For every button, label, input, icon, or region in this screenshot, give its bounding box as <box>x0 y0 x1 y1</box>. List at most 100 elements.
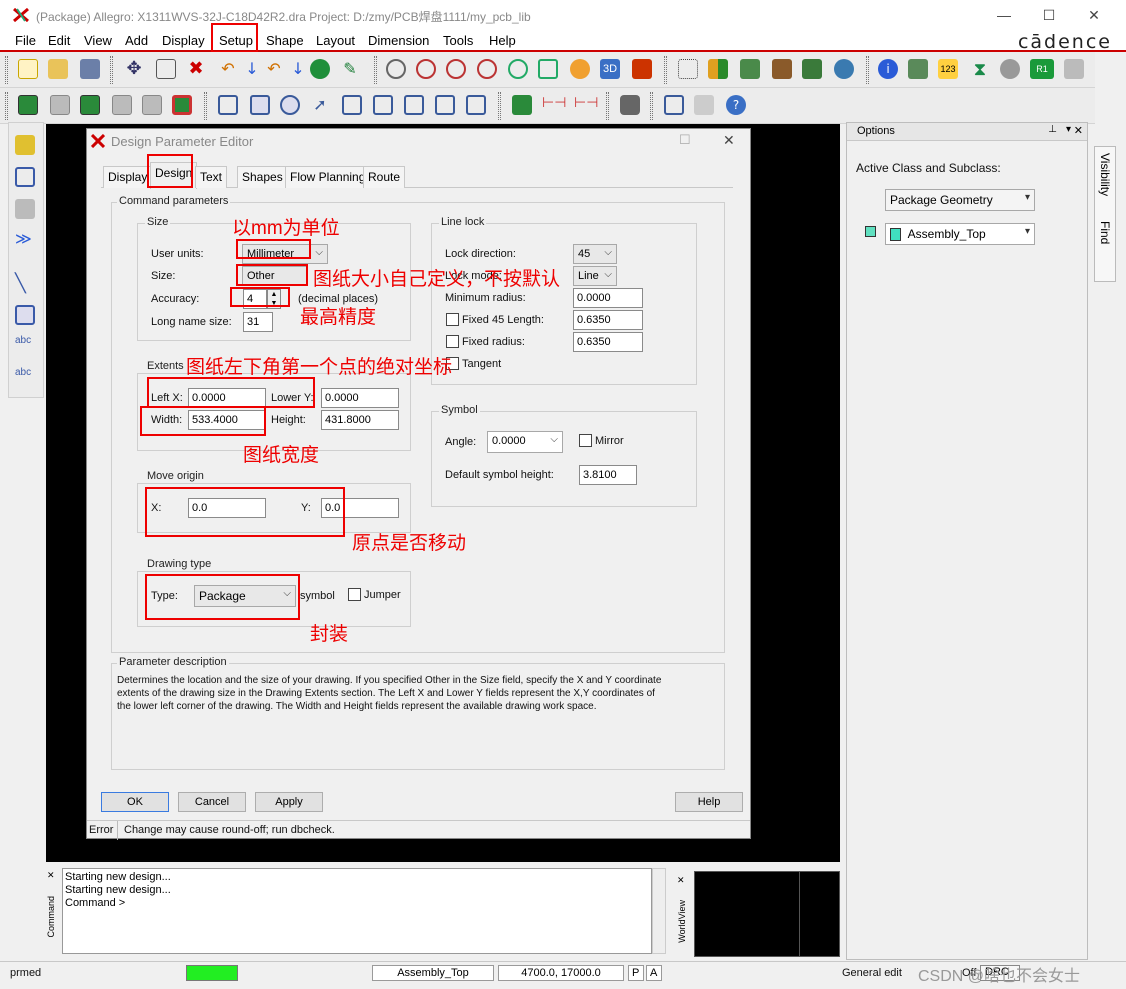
zoom-out-icon[interactable] <box>477 59 497 79</box>
undo-icon[interactable]: ↶ <box>218 59 238 79</box>
cancel-button[interactable]: Cancel <box>178 792 246 812</box>
shape-merge-icon[interactable] <box>142 95 162 115</box>
add-connect-icon-left[interactable] <box>15 167 35 187</box>
zoom-window-icon[interactable] <box>416 59 436 79</box>
poly2-icon[interactable] <box>373 95 393 115</box>
ref-icon[interactable]: R1 <box>1030 59 1054 79</box>
menu-tools[interactable]: Tools <box>443 33 473 48</box>
fixed-radius-checkbox[interactable] <box>446 335 459 348</box>
color-icon[interactable] <box>708 59 728 79</box>
menu-add[interactable]: Add <box>125 33 148 48</box>
ok-button[interactable]: OK <box>101 792 169 812</box>
default-symbol-height-field[interactable]: 3.8100 <box>579 465 637 485</box>
minimize-button[interactable]: — <box>990 4 1018 26</box>
dropdown-icon-panel[interactable]: ▾ <box>1066 124 1071 135</box>
text-edit-icon[interactable]: abc <box>15 367 35 387</box>
class-select[interactable]: Package Geometry ▾ <box>885 189 1035 211</box>
padstack-icon[interactable] <box>18 95 38 115</box>
zoom-world-icon[interactable] <box>538 59 558 79</box>
fixed-radius-field[interactable]: 0.6350 <box>573 332 643 352</box>
poly3-icon[interactable] <box>404 95 424 115</box>
cmd-close-icon[interactable]: ✕ <box>47 870 55 881</box>
worldview-window[interactable] <box>694 871 840 957</box>
dimension-icon[interactable]: ⊢⊣ <box>542 95 566 115</box>
mail-icon[interactable] <box>694 95 714 115</box>
zoom-in-icon[interactable] <box>446 59 466 79</box>
apply-button[interactable]: Apply <box>255 792 323 812</box>
rect-icon[interactable] <box>250 95 270 115</box>
shape-fill-icon[interactable] <box>50 95 70 115</box>
undo2-icon[interactable]: ↶ <box>264 59 284 79</box>
redo2-icon[interactable]: ↓ <box>288 59 308 79</box>
poly-icon[interactable] <box>342 95 362 115</box>
jumper-checkbox[interactable] <box>348 588 361 601</box>
min-radius-field[interactable]: 0.0000 <box>573 288 643 308</box>
menu-shape[interactable]: Shape <box>266 33 304 48</box>
close-button[interactable]: ✕ <box>1080 4 1108 26</box>
box-icon[interactable] <box>15 305 35 325</box>
lock-direction-select[interactable]: 45 ⌵ <box>573 244 617 264</box>
new-icon[interactable] <box>18 59 38 79</box>
long-name-field[interactable]: 31 <box>243 312 273 332</box>
copy-icon[interactable] <box>156 59 176 79</box>
hourglass-icon[interactable]: ⧗ <box>970 59 990 80</box>
layers-icon[interactable] <box>740 59 760 79</box>
move-icon[interactable]: ✥ <box>124 59 144 79</box>
circle-icon[interactable] <box>280 95 300 115</box>
3d-view-icon[interactable]: 3D <box>600 59 620 79</box>
line-icon[interactable]: ╲ <box>15 273 35 294</box>
shape-void-icon[interactable] <box>112 95 132 115</box>
menu-file[interactable]: File <box>15 33 36 48</box>
tab-text[interactable]: Text <box>195 166 228 188</box>
route-icon[interactable] <box>15 135 35 155</box>
mirror-checkbox[interactable] <box>579 434 592 447</box>
menu-layout[interactable]: Layout <box>316 33 355 48</box>
maximize-button[interactable]: ☐ <box>1035 4 1063 26</box>
help-button[interactable]: Help <box>675 792 743 812</box>
angle-select[interactable]: 0.0000 ⌵ <box>487 431 563 453</box>
constraint-icon[interactable] <box>802 59 822 79</box>
pin-icon[interactable]: ✎ <box>340 59 360 79</box>
add-line-icon[interactable] <box>218 95 238 115</box>
menu-dimension[interactable]: Dimension <box>368 33 429 48</box>
zoom-prev-icon[interactable] <box>508 59 528 79</box>
delete-icon[interactable]: ✖ <box>186 59 206 79</box>
height-field[interactable]: 431.8000 <box>321 410 399 430</box>
stack-icon[interactable] <box>772 59 792 79</box>
tab-flow-planning[interactable]: Flow Planning <box>285 166 371 188</box>
tab-route[interactable]: Route <box>363 166 406 188</box>
shape-edit-icon[interactable] <box>80 95 100 115</box>
worldview-close-icon[interactable]: ✕ <box>677 875 685 886</box>
redraw-icon[interactable] <box>570 59 590 79</box>
menu-display[interactable]: Display <box>162 33 205 48</box>
tab-display[interactable]: Display <box>103 166 153 188</box>
slide-icon[interactable] <box>15 199 35 219</box>
measure-icon[interactable]: 123 <box>938 59 958 79</box>
windows-icon[interactable] <box>664 95 684 115</box>
tab-find[interactable]: Find <box>1098 221 1112 244</box>
dimension2-icon[interactable]: ⊢⊣ <box>574 95 598 115</box>
menu-edit[interactable]: Edit <box>48 33 70 48</box>
menu-help[interactable]: Help <box>489 33 516 48</box>
help-icon[interactable]: ? <box>726 95 746 115</box>
fixed45-field[interactable]: 0.6350 <box>573 310 643 330</box>
fixed45-checkbox[interactable] <box>446 313 459 326</box>
camera-icon[interactable] <box>620 95 640 115</box>
close-panel-icon[interactable]: ✕ <box>1074 124 1083 137</box>
comment-icon[interactable] <box>310 59 330 79</box>
menu-view[interactable]: View <box>84 33 112 48</box>
select-arrow-icon[interactable]: ➚ <box>310 95 330 115</box>
poly5-icon[interactable] <box>466 95 486 115</box>
tab-visibility[interactable]: Visibility <box>1098 153 1112 196</box>
info-icon[interactable]: i <box>878 59 898 79</box>
lock-mode-select[interactable]: Line ⌵ <box>573 266 617 286</box>
zoom-fit-icon[interactable] <box>386 59 406 79</box>
redo-icon[interactable]: ↓ <box>242 59 262 79</box>
save-icon[interactable] <box>80 59 100 79</box>
dialog-close-button[interactable]: ✕ <box>723 132 735 149</box>
poly4-icon[interactable] <box>435 95 455 115</box>
flip-icon[interactable] <box>632 59 652 79</box>
grid-icon[interactable] <box>678 59 698 79</box>
fanout-icon[interactable]: ≫ <box>15 229 35 249</box>
open-icon[interactable] <box>48 59 68 79</box>
